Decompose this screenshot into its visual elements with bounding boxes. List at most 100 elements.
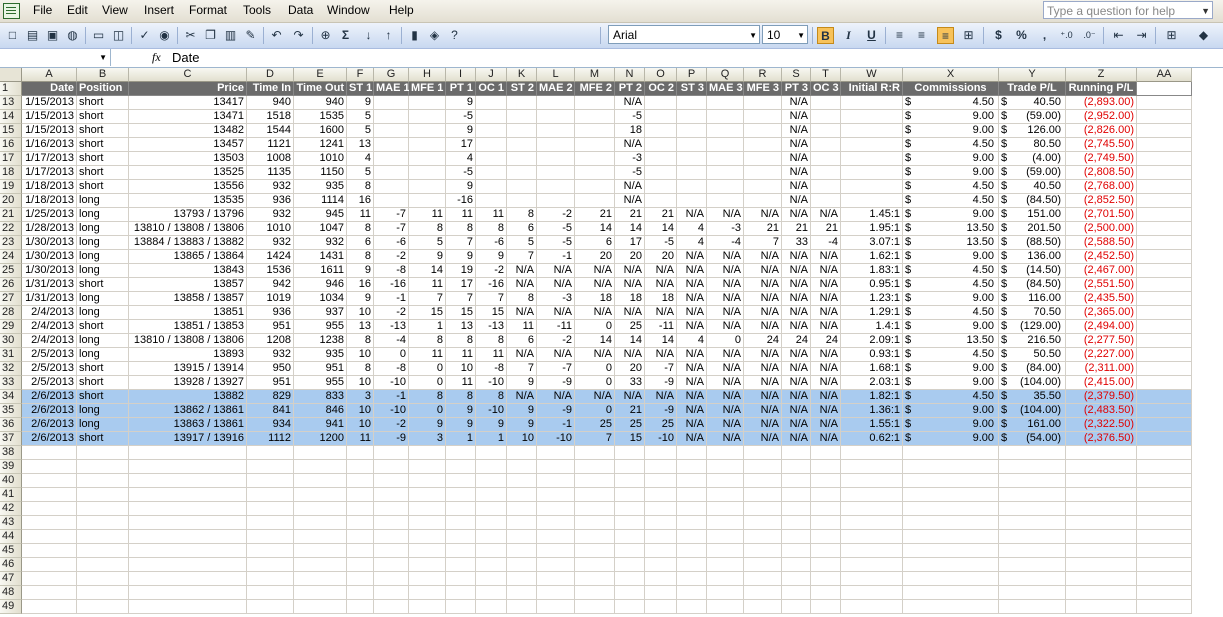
cell-t[interactable] — [811, 516, 841, 530]
cell-g[interactable] — [374, 138, 409, 152]
cell-k[interactable]: 9 — [507, 418, 537, 432]
cell-l[interactable] — [537, 152, 575, 166]
cell-k[interactable] — [507, 586, 537, 600]
row-header[interactable]: 42 — [0, 502, 22, 516]
menu-data[interactable]: Data — [288, 3, 313, 17]
cell-e[interactable] — [294, 558, 347, 572]
cell-q[interactable] — [707, 488, 744, 502]
cell-z[interactable]: (2,494.00) — [1066, 320, 1137, 334]
cell-x[interactable]: $9.00 — [903, 110, 999, 124]
cell-r[interactable]: N/A — [744, 320, 782, 334]
cell-t[interactable] — [811, 558, 841, 572]
cell-r[interactable]: 7 — [744, 236, 782, 250]
merge-center-icon[interactable]: ⊞ — [960, 27, 977, 44]
cell-n[interactable]: N/A — [615, 194, 645, 208]
cell-n[interactable]: N/A — [615, 96, 645, 110]
cell-d[interactable]: 936 — [247, 194, 294, 208]
cell-e[interactable]: 1047 — [294, 222, 347, 236]
column-header-f[interactable]: F — [347, 68, 374, 82]
cell-z[interactable] — [1066, 558, 1137, 572]
cell-m[interactable] — [575, 194, 615, 208]
column-header-r[interactable]: R — [744, 68, 782, 82]
cell-c[interactable]: 13917 / 13916 — [129, 432, 247, 446]
cell-i[interactable]: 1 — [446, 432, 476, 446]
cell-l[interactable]: -9 — [537, 404, 575, 418]
name-box[interactable]: ▼ — [0, 49, 111, 66]
cell-x[interactable]: $13.50 — [903, 222, 999, 236]
cell-l[interactable]: -10 — [537, 432, 575, 446]
cell-f[interactable] — [347, 460, 374, 474]
cell-e[interactable] — [294, 502, 347, 516]
cell-l[interactable] — [537, 516, 575, 530]
column-header-w[interactable]: W — [841, 68, 903, 82]
cell-i[interactable]: 13 — [446, 320, 476, 334]
cell-aa[interactable] — [1137, 292, 1192, 306]
cell-k[interactable]: 10 — [507, 432, 537, 446]
cell-o[interactable] — [645, 502, 677, 516]
cell-j[interactable]: -6 — [476, 236, 507, 250]
cell-k[interactable] — [507, 166, 537, 180]
cell-e[interactable]: 1034 — [294, 292, 347, 306]
cell-c[interactable] — [129, 530, 247, 544]
menu-insert[interactable]: Insert — [144, 3, 174, 17]
cell-i[interactable] — [446, 502, 476, 516]
cell-r[interactable]: N/A — [744, 390, 782, 404]
menu-format[interactable]: Format — [189, 3, 227, 17]
cell-c[interactable] — [129, 460, 247, 474]
menu-window[interactable]: Window — [327, 3, 370, 17]
cell-n[interactable]: 21 — [615, 404, 645, 418]
header-cell-n[interactable]: PT 2 — [615, 82, 645, 96]
cell-e[interactable]: 955 — [294, 376, 347, 390]
cell-s[interactable] — [782, 502, 811, 516]
cell-b[interactable]: short — [77, 124, 129, 138]
cell-j[interactable] — [476, 474, 507, 488]
cell-w[interactable]: 3.07:1 — [841, 236, 903, 250]
cell-x[interactable]: $9.00 — [903, 152, 999, 166]
cell-n[interactable]: 18 — [615, 124, 645, 138]
cell-i[interactable] — [446, 460, 476, 474]
cell-s[interactable] — [782, 586, 811, 600]
cell-a[interactable]: 1/17/2013 — [22, 152, 77, 166]
cell-c[interactable]: 13865 / 13864 — [129, 250, 247, 264]
cell-w[interactable] — [841, 180, 903, 194]
cell-z[interactable] — [1066, 446, 1137, 460]
cell-i[interactable]: 11 — [446, 348, 476, 362]
cell-aa[interactable] — [1137, 530, 1192, 544]
cell-q[interactable]: N/A — [707, 404, 744, 418]
cell-a[interactable]: 2/5/2013 — [22, 348, 77, 362]
cell-y[interactable]: $ (59.00) — [999, 166, 1066, 180]
cell-p[interactable] — [677, 166, 707, 180]
cell-o[interactable] — [645, 516, 677, 530]
cell-w[interactable]: 0.95:1 — [841, 278, 903, 292]
cell-o[interactable] — [645, 572, 677, 586]
cell-f[interactable] — [347, 558, 374, 572]
font-name-select[interactable]: Arial ▼ — [608, 25, 760, 44]
cell-x[interactable]: $4.50 — [903, 390, 999, 404]
cell-d[interactable]: 1008 — [247, 152, 294, 166]
cell-aa[interactable] — [1137, 278, 1192, 292]
column-header-d[interactable]: D — [247, 68, 294, 82]
row-header[interactable]: 33 — [0, 376, 22, 390]
cell-c[interactable]: 13810 / 13808 / 13806 — [129, 222, 247, 236]
cell-t[interactable] — [811, 572, 841, 586]
cell-d[interactable]: 1208 — [247, 334, 294, 348]
font-size-select[interactable]: 10 ▼ — [762, 25, 808, 44]
cell-r[interactable] — [744, 124, 782, 138]
cell-j[interactable] — [476, 572, 507, 586]
cell-s[interactable]: N/A — [782, 166, 811, 180]
cell-f[interactable] — [347, 530, 374, 544]
cell-k[interactable]: 5 — [507, 236, 537, 250]
cell-c[interactable]: 13793 / 13796 — [129, 208, 247, 222]
cell-c[interactable]: 13843 — [129, 264, 247, 278]
cell-a[interactable]: 1/30/2013 — [22, 236, 77, 250]
column-header-q[interactable]: Q — [707, 68, 744, 82]
cell-x[interactable]: $4.50 — [903, 348, 999, 362]
header-cell-aa[interactable] — [1137, 82, 1192, 96]
cell-j[interactable] — [476, 460, 507, 474]
cell-aa[interactable] — [1137, 166, 1192, 180]
chevron-down-icon[interactable]: ▼ — [749, 26, 757, 45]
cell-g[interactable] — [374, 460, 409, 474]
cell-j[interactable] — [476, 600, 507, 614]
cell-e[interactable]: 1200 — [294, 432, 347, 446]
cell-aa[interactable] — [1137, 600, 1192, 614]
